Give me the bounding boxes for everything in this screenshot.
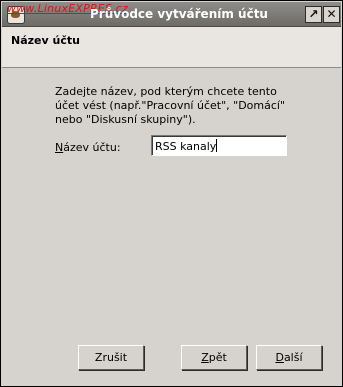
window-title: Průvodce vytvářením účtu [90, 7, 268, 21]
page-header: Název účtu [2, 27, 341, 68]
account-name-label-mnemonic: N [55, 141, 64, 154]
back-button-mnemonic: Z [201, 351, 209, 364]
account-name-label: Název účtu: [55, 141, 121, 154]
account-name-label-rest: ázev účtu: [63, 141, 121, 154]
back-button-label-rest: pět [208, 351, 227, 364]
wizard-content: Zadejte název, pod kterým chcete tento ú… [1, 68, 342, 386]
page-title: Název účtu [11, 34, 80, 47]
text-caret [216, 139, 218, 152]
next-button-label-rest: alší [283, 351, 303, 364]
account-name-value: RSS kanaly [155, 140, 217, 153]
description-text: Zadejte název, pod kterým chcete tento ú… [55, 85, 286, 126]
next-button[interactable]: Další [256, 345, 322, 370]
close-icon[interactable]: ✕ [323, 6, 340, 23]
cancel-button[interactable]: Zrušit [78, 345, 144, 370]
account-name-input[interactable]: RSS kanaly [151, 135, 287, 156]
cancel-button-label: Zrušit [94, 351, 128, 364]
title-bar[interactable]: www.LinuxEXPRES.cz Průvodce vytvářením ú… [2, 2, 341, 27]
back-button[interactable]: Zpět [181, 345, 247, 370]
next-button-mnemonic: D [275, 351, 284, 364]
maximize-icon[interactable]: ↗ [305, 6, 322, 23]
wizard-window: www.LinuxEXPRES.cz Průvodce vytvářením ú… [0, 0, 343, 387]
